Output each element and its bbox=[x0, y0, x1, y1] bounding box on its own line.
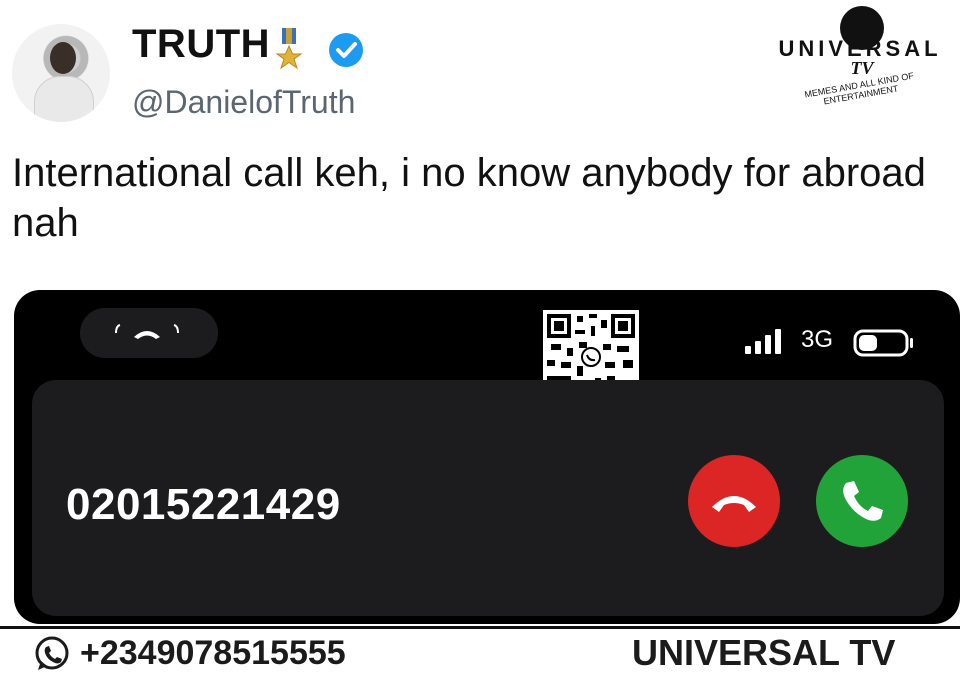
whatsapp-icon bbox=[35, 636, 69, 670]
accept-call-icon bbox=[843, 481, 883, 521]
user-handle[interactable]: @DanielofTruth bbox=[132, 84, 355, 121]
handset-icon bbox=[115, 324, 179, 339]
tweet-text: International call keh, i no know anybod… bbox=[12, 151, 926, 245]
medal-icon bbox=[275, 28, 303, 70]
network-type: 3G bbox=[801, 326, 834, 353]
caller-number: 02015221429 bbox=[66, 480, 341, 529]
footer-divider bbox=[0, 626, 960, 629]
footer-brand: UNIVERSAL TV bbox=[632, 632, 896, 673]
signal-icon bbox=[745, 329, 781, 354]
universal-tv-logo: UNIVERSAL TV MEMES AND ALL KIND OF ENTER… bbox=[770, 6, 950, 106]
footer-phone-number: +2349078515555 bbox=[80, 634, 346, 672]
verified-icon bbox=[329, 33, 363, 67]
avatar[interactable] bbox=[12, 24, 110, 122]
decline-call-icon bbox=[712, 496, 756, 512]
footer-contact[interactable]: +2349078515555 bbox=[32, 632, 392, 672]
accept-call-button[interactable] bbox=[816, 455, 908, 547]
avatar-body bbox=[34, 76, 94, 122]
display-name[interactable]: TRUTH bbox=[132, 22, 270, 67]
battery-icon bbox=[853, 329, 913, 357]
avatar-head bbox=[50, 42, 76, 74]
status-bar bbox=[745, 329, 913, 357]
decline-call-button[interactable] bbox=[688, 455, 780, 547]
